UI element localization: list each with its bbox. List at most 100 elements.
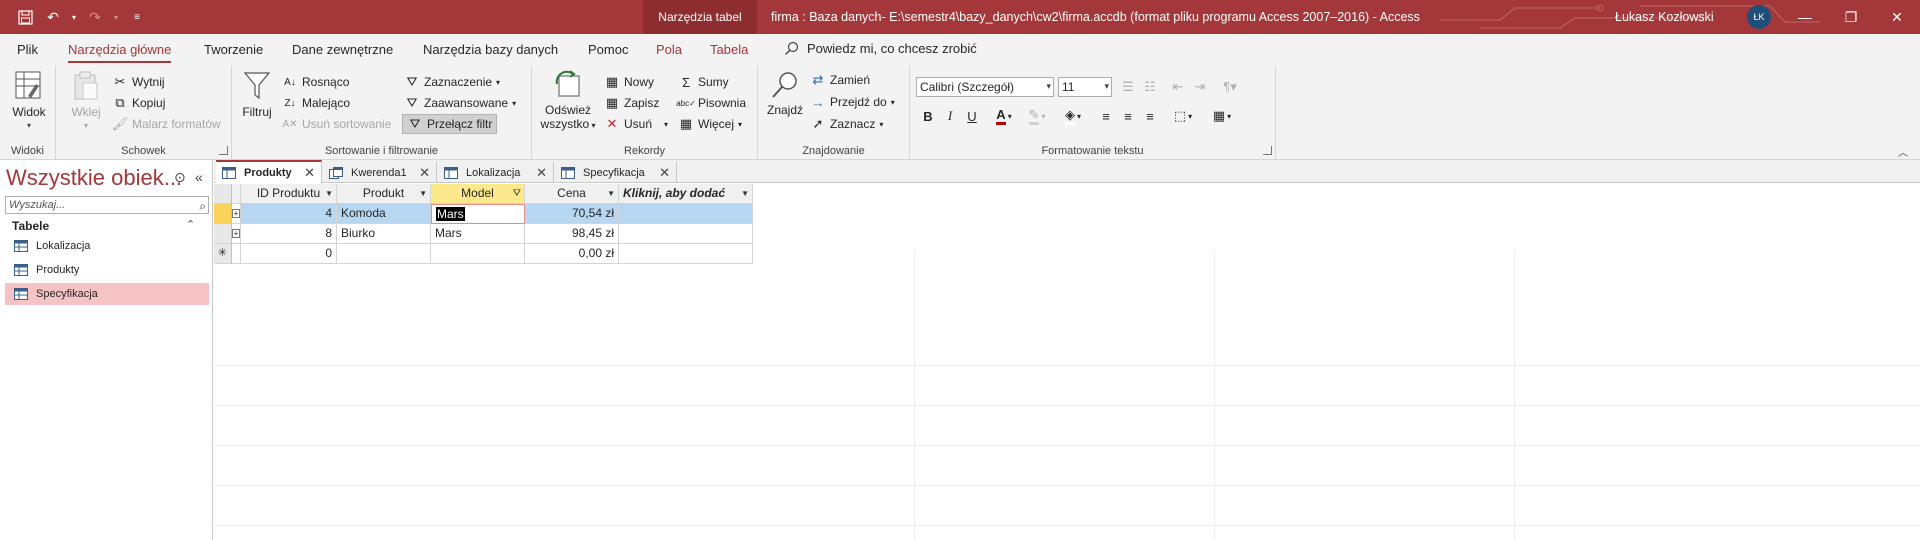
refresh-all-button[interactable]: Odśwież wszystko ▾ (540, 70, 596, 133)
save-icon[interactable] (14, 7, 36, 27)
tell-me-box[interactable]: Powiedz mi, co chcesz zrobić (784, 41, 977, 56)
collapse-group-icon[interactable]: ⌃ (186, 218, 195, 231)
close-tab-icon[interactable]: ✕ (659, 165, 670, 181)
advanced-button[interactable]: ⛛ Zaawansowane ▾ (404, 93, 517, 113)
tab-fields[interactable]: Pola (656, 42, 682, 57)
row-selector-current[interactable] (214, 204, 232, 224)
doc-tab-produkty[interactable]: Produkty ✕ (216, 160, 322, 184)
column-header-cena[interactable]: Cena ▼ (525, 184, 619, 204)
format-painter-button[interactable]: 🖌 Malarz formatów (112, 114, 221, 134)
replace-button[interactable]: ⇄ Zamień (810, 70, 870, 90)
highlight-color-icon[interactable]: ✎ ▾ (1022, 106, 1052, 126)
user-name[interactable]: Łukasz Kozłowski (1615, 10, 1714, 24)
redo-icon[interactable]: ↷ (84, 7, 106, 27)
cell-model-new[interactable] (431, 244, 525, 264)
close-tab-icon[interactable]: ✕ (419, 165, 430, 181)
column-header-produkt[interactable]: Produkt ▼ (337, 184, 431, 204)
goto-button[interactable]: → Przejdź do ▾ (810, 92, 895, 112)
text-formatting-launcher-icon[interactable] (1263, 146, 1272, 155)
clipboard-launcher-icon[interactable] (219, 146, 228, 155)
undo-dropdown-icon[interactable]: ▾ (70, 7, 78, 27)
avatar[interactable]: ŁK (1747, 5, 1771, 29)
cell-produkt[interactable]: Biurko (337, 224, 431, 244)
tab-table[interactable]: Tabela (710, 42, 748, 57)
selection-button[interactable]: ⛛ Zaznaczenie ▾ (404, 72, 501, 92)
view-button[interactable]: Widok ▾ (10, 70, 48, 133)
save-record-button[interactable]: ▦ Zapisz (604, 93, 660, 113)
align-right-icon[interactable]: ≡ (1140, 106, 1160, 126)
find-button[interactable]: Znajdź (766, 70, 804, 117)
cell-id-new[interactable]: 0 (241, 244, 337, 264)
bullets-icon[interactable]: ☰ (1118, 77, 1138, 97)
remove-sort-button[interactable]: A✕ Usuń sortowanie (282, 114, 391, 134)
select-all-cell[interactable] (214, 184, 232, 204)
cell-cena[interactable]: 70,54 zł (525, 204, 619, 224)
row-selector[interactable] (214, 224, 232, 244)
more-button[interactable]: ▦ Więcej ▾ (678, 114, 742, 134)
font-color-button[interactable]: A ▾ (990, 106, 1018, 126)
tab-help[interactable]: Pomoc (588, 42, 628, 57)
expand-row-icon[interactable]: + (232, 224, 241, 244)
alternate-row-color-icon[interactable]: ⬚ ▾ (1168, 106, 1198, 126)
sort-ascending-button[interactable]: A↓ Rosnąco (282, 72, 349, 92)
delete-record-button[interactable]: ✕ Usuń ▾ (604, 114, 668, 134)
undo-icon[interactable]: ↶ (42, 7, 64, 27)
nav-item-lokalizacja[interactable]: Lokalizacja (5, 235, 209, 257)
column-header-add-field[interactable]: Kliknij, aby dodać ▼ (619, 184, 753, 204)
cell-produkt[interactable]: Komoda (337, 204, 431, 224)
numbering-icon[interactable]: ☷ (1140, 77, 1160, 97)
nav-search-input[interactable]: Wyszukaj... ⌕ (5, 196, 209, 214)
tab-database-tools[interactable]: Narzędzia bazy danych (423, 42, 558, 57)
collapse-ribbon-icon[interactable]: ︿ (1898, 144, 1908, 159)
column-dropdown-icon[interactable]: ▼ (325, 184, 333, 203)
filter-button[interactable]: Filtruj (240, 70, 274, 119)
column-dropdown-icon[interactable]: ▼ (419, 184, 427, 203)
underline-button[interactable]: U (962, 106, 982, 126)
align-left-icon[interactable]: ≡ (1096, 106, 1116, 126)
italic-button[interactable]: I (940, 106, 960, 126)
paste-button[interactable]: Wklej ▾ (68, 70, 104, 133)
cell-produkt-new[interactable] (337, 244, 431, 264)
cell-model[interactable]: Mars (431, 224, 525, 244)
tab-external-data[interactable]: Dane zewnętrzne (292, 42, 393, 57)
cell-cena-new[interactable]: 0,00 zł (525, 244, 619, 264)
search-icon[interactable]: ⌕ (199, 198, 206, 214)
cell-add-field-new[interactable] (619, 244, 753, 264)
fill-color-icon[interactable]: ◈ ▾ (1058, 106, 1088, 126)
column-header-model[interactable]: Model ⛛ (431, 184, 525, 204)
filter-applied-icon[interactable]: ⛛ (513, 184, 521, 203)
nav-item-specyfikacja[interactable]: Specyfikacja (5, 283, 209, 305)
gridlines-icon[interactable]: ▦ ▾ (1206, 106, 1238, 126)
tab-create[interactable]: Tworzenie (204, 42, 263, 57)
doc-tab-kwerenda1[interactable]: Kwerenda1 ✕ (323, 162, 437, 183)
align-center-icon[interactable]: ≡ (1118, 106, 1138, 126)
nav-item-produkty[interactable]: Produkty (5, 259, 209, 281)
font-size-select[interactable]: 11 ▾ (1058, 77, 1112, 97)
column-header-id[interactable]: ID Produktu ▼ (241, 184, 337, 204)
new-record-icon[interactable]: ✳ (214, 244, 232, 264)
cell-id[interactable]: 4 (241, 204, 337, 224)
nav-group-tables[interactable]: Tabele (12, 219, 49, 233)
sort-descending-button[interactable]: Z↓ Malejąco (282, 93, 350, 113)
cut-button[interactable]: ✂ Wytnij (112, 72, 165, 92)
cell-model-editing[interactable]: Mars (431, 204, 525, 224)
doc-tab-lokalizacja[interactable]: Lokalizacja ✕ (438, 162, 554, 183)
restore-icon[interactable]: ❐ (1828, 0, 1874, 34)
nav-menu-icon[interactable]: ⊙ (174, 169, 186, 186)
expand-row-icon[interactable]: + (232, 204, 241, 224)
customize-qat-icon[interactable]: ≡ (126, 7, 148, 27)
redo-dropdown-icon[interactable]: ▾ (112, 7, 120, 27)
decrease-indent-icon[interactable]: ⇤ (1168, 77, 1188, 97)
copy-button[interactable]: ⧉ Kopiuj (112, 93, 165, 113)
totals-button[interactable]: Σ Sumy (678, 72, 729, 92)
paragraph-direction-icon[interactable]: ¶▾ (1216, 77, 1244, 97)
close-tab-icon[interactable]: ✕ (304, 165, 315, 181)
doc-tab-specyfikacja[interactable]: Specyfikacja ✕ (555, 162, 677, 183)
toggle-filter-button[interactable]: ⛛ Przełącz filtr (402, 114, 498, 134)
tab-file[interactable]: Plik (17, 42, 38, 57)
spelling-button[interactable]: abc✓ Pisownia (676, 93, 746, 113)
close-icon[interactable]: ✕ (1874, 0, 1920, 34)
column-dropdown-icon[interactable]: ▼ (607, 184, 615, 203)
column-dropdown-icon[interactable]: ▼ (741, 184, 749, 203)
nav-title[interactable]: Wszystkie obiek... (6, 165, 182, 191)
